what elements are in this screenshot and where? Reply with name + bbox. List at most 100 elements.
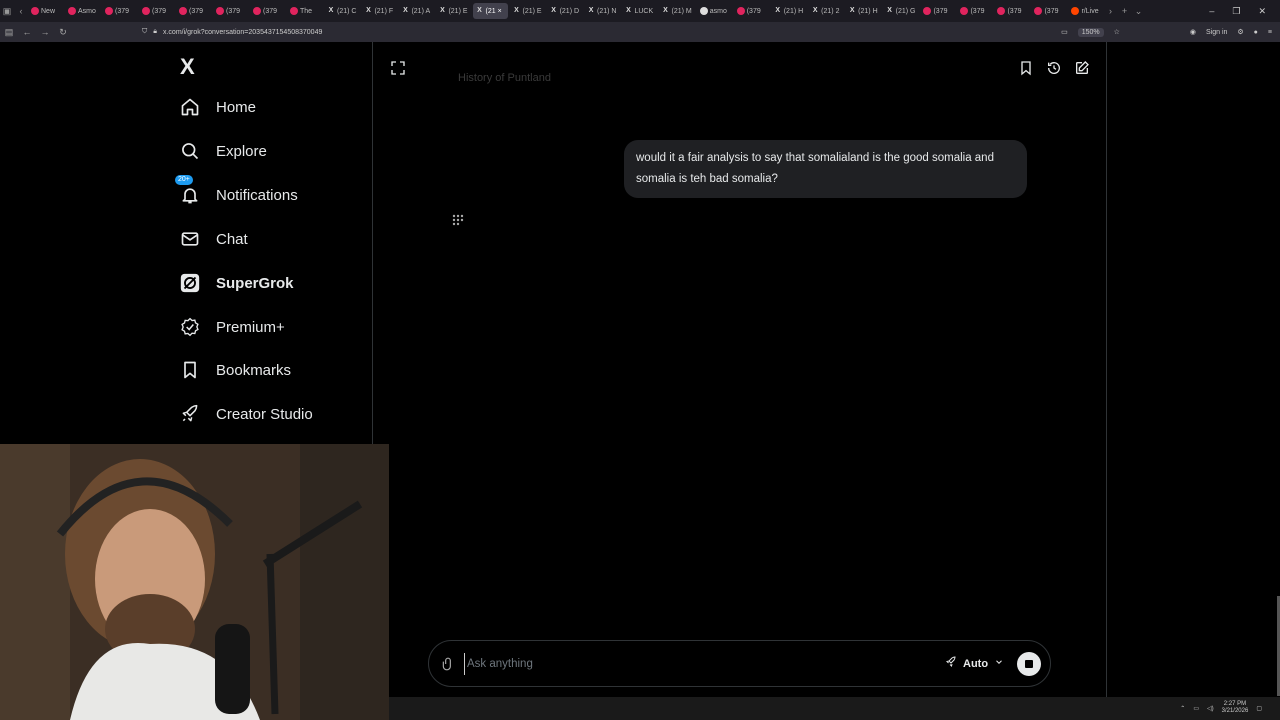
browser-tab[interactable]: (379 — [176, 3, 211, 19]
browser-tab[interactable]: X LUCK — [621, 3, 656, 19]
browser-tab[interactable]: Asmo — [65, 3, 100, 19]
tab-label: LUCK — [634, 7, 654, 15]
sidebar-icon[interactable]: ▤ — [0, 27, 18, 38]
notification-ext-icon[interactable]: ● — [1254, 29, 1258, 36]
browser-tab[interactable]: X (21) D — [547, 3, 582, 19]
browser-tab[interactable]: X (21) H — [845, 3, 880, 19]
browser-tab[interactable]: (379 — [957, 3, 992, 19]
stop-button[interactable] — [1017, 652, 1041, 676]
attach-icon[interactable] — [441, 656, 455, 672]
tab-label: (379 — [746, 7, 761, 15]
browser-tab[interactable]: (379 — [994, 3, 1029, 19]
browser-tab[interactable]: The — [287, 3, 322, 19]
tabs-scroll-right-icon[interactable]: › — [1103, 6, 1117, 16]
sidebar-item-premium[interactable]: Premium+ — [178, 315, 285, 339]
browser-tab[interactable]: X (21) E — [510, 3, 545, 19]
browser-tab[interactable]: r/Live — [1068, 3, 1103, 19]
browser-tab[interactable]: X (21) N — [584, 3, 619, 19]
tray-expand-icon[interactable]: ⌃ — [1180, 705, 1185, 712]
grok-icon — [178, 271, 202, 295]
tab-favicon-icon: X — [887, 7, 892, 14]
menu-icon[interactable]: ≡ — [1268, 29, 1272, 36]
browser-tab[interactable]: (379 — [250, 3, 285, 19]
sidebar-item-label: Creator Studio — [216, 405, 313, 423]
tab-label: (21 — [485, 7, 496, 15]
tabs-scroll-left-icon[interactable]: ‹ — [14, 6, 28, 16]
network-icon[interactable]: ▭ — [1193, 705, 1199, 712]
tab-label: (379 — [263, 7, 278, 15]
zoom-level[interactable]: 150% — [1077, 27, 1104, 37]
back-icon[interactable]: ← — [18, 27, 36, 37]
browser-tab[interactable]: X (21) G — [883, 3, 919, 19]
browser-tab[interactable]: (379 — [920, 3, 955, 19]
tab-label: (21) D — [559, 7, 580, 15]
notification-center-icon[interactable]: ▢ — [1256, 705, 1262, 712]
mode-selector[interactable]: Auto — [945, 656, 1004, 671]
browser-tab[interactable]: (379 — [102, 3, 137, 19]
expand-icon[interactable] — [390, 60, 406, 76]
clock[interactable]: 2:27 PM 3/21/2026 — [1222, 701, 1249, 715]
history-icon[interactable] — [1046, 60, 1062, 76]
sidebar-item-supergrok[interactable]: SuperGrok — [178, 271, 294, 295]
tab-favicon-icon: X — [403, 7, 408, 14]
volume-icon[interactable]: ◁) — [1207, 705, 1214, 712]
browser-tab[interactable]: X (21) F — [361, 3, 396, 19]
reload-icon[interactable]: ↻ — [54, 27, 72, 38]
sidebar-item-chat[interactable]: Chat — [178, 227, 248, 251]
browser-tab[interactable]: X (21) 2 — [808, 3, 843, 19]
account-icon[interactable]: ◉ — [1190, 28, 1196, 36]
browser-tab[interactable]: X (21) E — [435, 3, 470, 19]
browser-tab[interactable]: (379 — [213, 3, 248, 19]
close-window-icon[interactable]: ✕ — [1258, 6, 1266, 17]
shield-icon: ⛉ — [142, 28, 148, 35]
reader-icon[interactable]: ▭ — [1061, 28, 1068, 36]
tab-favicon-icon: X — [477, 7, 482, 14]
tab-label: (21) H — [858, 7, 878, 15]
browser-tab[interactable]: X (21) C — [324, 3, 359, 19]
x-logo[interactable]: X — [180, 54, 195, 80]
browser-tab-bar: ▣ ‹ New Asmo (379 (379 (379 (379 (379 The X (21) … — [0, 0, 1280, 22]
tab-favicon-icon — [1034, 7, 1043, 15]
browser-tab[interactable]: (379 — [734, 3, 769, 19]
restore-icon[interactable]: ❐ — [1232, 6, 1240, 17]
browser-tab[interactable]: (379 — [1031, 3, 1066, 19]
bookmark-chat-icon[interactable] — [1018, 60, 1034, 76]
browser-tab[interactable]: X (21) M — [658, 3, 694, 19]
sidebar-toggle-icon[interactable]: ▣ — [0, 6, 14, 17]
browser-tab[interactable]: (379 — [139, 3, 174, 19]
tab-label: (21) N — [597, 7, 617, 15]
sidebar-item-notifications[interactable]: 20+ Notifications — [175, 175, 298, 207]
tab-favicon-icon — [216, 7, 224, 15]
browser-tab[interactable]: X (21) H — [771, 3, 806, 19]
sidebar-item-bookmarks[interactable]: Bookmarks — [178, 358, 291, 382]
tab-favicon-icon: X — [849, 7, 855, 14]
forward-icon[interactable]: → — [36, 27, 54, 37]
browser-tab[interactable]: X (21 × — [472, 3, 508, 19]
tab-favicon-icon — [923, 7, 932, 15]
minimize-icon[interactable]: – — [1209, 6, 1214, 16]
address-bar[interactable]: ⛉ 🔒︎ x.com/i/grok?conversation=203543715… — [142, 28, 322, 36]
new-tab-icon[interactable]: + — [1117, 6, 1131, 16]
tab-favicon-icon: X — [588, 7, 594, 14]
sign-in-link[interactable]: Sign in — [1206, 29, 1227, 36]
browser-tab[interactable]: New — [28, 3, 63, 19]
close-tab-icon[interactable]: × — [498, 8, 502, 15]
tab-favicon-icon: X — [328, 7, 334, 14]
tab-list-icon[interactable]: ⌄ — [1131, 6, 1145, 17]
clock-date: 3/21/2026 — [1221, 708, 1249, 714]
new-chat-icon[interactable] — [1074, 60, 1090, 76]
browser-tab[interactable]: X (21) A — [398, 3, 433, 19]
sidebar-item-creator-studio[interactable]: Creator Studio — [178, 402, 313, 426]
ask-input[interactable] — [464, 653, 904, 675]
tab-strip: New Asmo (379 (379 (379 (379 (379 The X (21) C X (2… — [28, 3, 1103, 19]
grok-chat-panel: History of Puntland would it a fair anal… — [374, 42, 1107, 697]
sidebar-item-label: Explore — [216, 142, 267, 160]
browser-tab[interactable]: asmo — [697, 3, 732, 19]
url-text[interactable]: x.com/i/grok?conversation=20354371545083… — [163, 29, 322, 36]
star-icon[interactable]: ☆ — [1114, 28, 1120, 36]
sidebar-item-explore[interactable]: Explore — [178, 139, 267, 163]
sidebar-item-home[interactable]: Home — [178, 95, 256, 119]
tab-label: (21) C — [337, 7, 357, 15]
extensions-icon[interactable]: ⚙ — [1237, 28, 1243, 36]
loading-dots-icon — [451, 213, 465, 227]
